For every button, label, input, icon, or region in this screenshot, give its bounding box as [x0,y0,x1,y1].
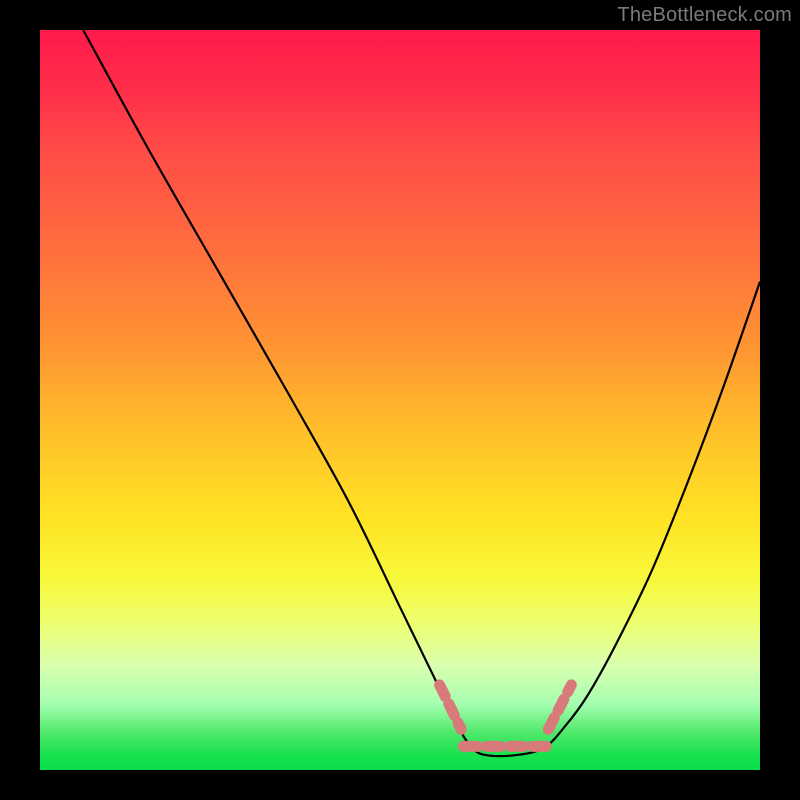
optimal-band [440,685,572,746]
chart-frame: TheBottleneck.com [0,0,800,800]
chart-svg [40,30,760,770]
bottleneck-curve [83,30,760,756]
watermark-text: TheBottleneck.com [617,4,792,27]
plot-area [40,30,760,770]
optimal-band-segment [440,685,462,729]
bottleneck-curve-path [83,30,760,756]
